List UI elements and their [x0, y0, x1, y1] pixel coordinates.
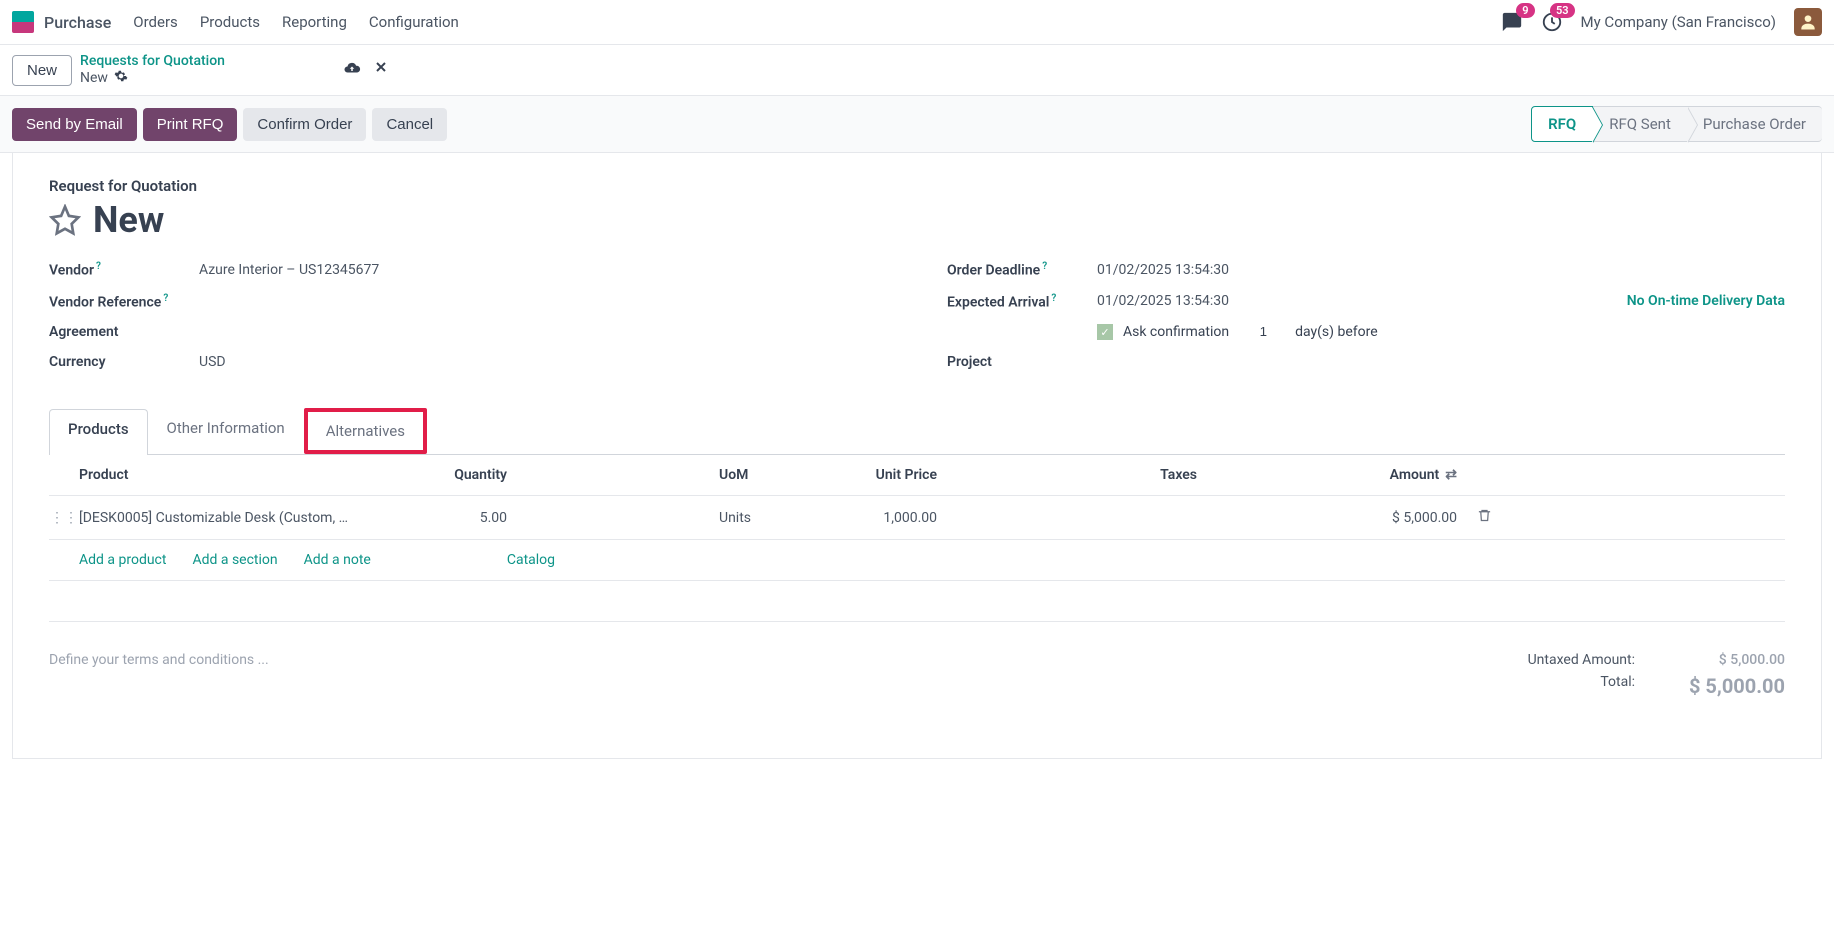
expand-icon[interactable]: ⇄ — [1445, 467, 1457, 483]
menu-reporting[interactable]: Reporting — [282, 13, 347, 31]
breadcrumb-current-text: New — [80, 70, 108, 86]
breadcrumb-bar: New Requests for Quotation New — [0, 45, 1834, 95]
add-row: Add a product Add a section Add a note C… — [49, 540, 1785, 581]
action-bar: Send by Email Print RFQ Confirm Order Ca… — [0, 95, 1834, 153]
add-product-link[interactable]: Add a product — [79, 552, 166, 568]
col-quantity: Quantity — [399, 467, 519, 483]
activities-badge: 53 — [1550, 3, 1575, 18]
cancel-button[interactable]: Cancel — [372, 108, 447, 141]
ask-confirmation-label: Ask confirmation — [1123, 324, 1229, 340]
vendor-ref-label: Vendor Reference? — [49, 293, 199, 311]
lines-header: Product Quantity UoM Unit Price Taxes Am… — [49, 455, 1785, 496]
col-taxes: Taxes — [949, 467, 1209, 483]
terms-row: Define your terms and conditions ... Unt… — [49, 621, 1785, 734]
star-icon[interactable] — [49, 204, 81, 236]
confirm-order-button[interactable]: Confirm Order — [243, 108, 366, 141]
days-after-label: day(s) before — [1295, 324, 1378, 340]
form-type-label: Request for Quotation — [49, 177, 1785, 195]
no-ontime-link[interactable]: No On-time Delivery Data — [1627, 293, 1785, 309]
menu-configuration[interactable]: Configuration — [369, 13, 459, 31]
status-bar: RFQ RFQ Sent Purchase Order — [1531, 106, 1822, 142]
col-amount: Amount⇄ — [1209, 467, 1469, 483]
line-product[interactable]: [DESK0005] Customizable Desk (Custom, … — [79, 510, 399, 526]
ask-confirmation-checkbox[interactable]: ✓ — [1097, 324, 1113, 340]
menu-orders[interactable]: Orders — [133, 13, 178, 31]
agreement-label: Agreement — [49, 324, 199, 340]
currency-field[interactable]: USD — [199, 354, 226, 370]
deadline-field[interactable]: 01/02/2025 13:54:30 — [1097, 262, 1229, 278]
messages-icon[interactable]: 9 — [1501, 11, 1523, 33]
breadcrumb-parent[interactable]: Requests for Quotation — [80, 53, 225, 69]
catalog-link[interactable]: Catalog — [507, 552, 555, 568]
add-note-link[interactable]: Add a note — [304, 552, 371, 568]
untaxed-label: Untaxed Amount: — [1528, 652, 1635, 668]
status-purchase-order[interactable]: Purchase Order — [1687, 106, 1822, 142]
tabs: Products Other Information Alternatives — [49, 408, 1785, 455]
project-label: Project — [947, 354, 1097, 370]
trash-icon[interactable] — [1469, 508, 1499, 527]
menu-products[interactable]: Products — [200, 13, 260, 31]
untaxed-value: $ 5,000.00 — [1675, 652, 1785, 668]
total-label: Total: — [1600, 674, 1635, 698]
line-amount: $ 5,000.00 — [1209, 510, 1469, 526]
line-unit-price[interactable]: 1,000.00 — [719, 510, 949, 526]
form-content: Request for Quotation New Vendor? Azure … — [12, 153, 1822, 759]
arrival-label: Expected Arrival? — [947, 293, 1097, 311]
topbar: Purchase Orders Products Reporting Confi… — [0, 0, 1834, 45]
app-title[interactable]: Purchase — [44, 13, 111, 32]
drag-handle-icon[interactable]: ⋮⋮ — [49, 510, 79, 526]
days-input[interactable] — [1237, 324, 1267, 340]
add-section-link[interactable]: Add a section — [192, 552, 277, 568]
company-selector[interactable]: My Company (San Francisco) — [1581, 13, 1776, 31]
new-button[interactable]: New — [12, 55, 72, 86]
line-qty[interactable]: 5.00 — [399, 510, 519, 526]
tab-products[interactable]: Products — [49, 409, 148, 455]
vendor-label: Vendor? — [49, 261, 199, 279]
col-product: Product — [79, 467, 399, 483]
cloud-upload-icon[interactable] — [343, 59, 361, 81]
col-uom: UoM — [519, 467, 719, 483]
col-unit-price: Unit Price — [719, 467, 949, 483]
line-uom[interactable]: Units — [519, 510, 719, 526]
gear-icon[interactable] — [114, 69, 128, 87]
terms-field[interactable]: Define your terms and conditions ... — [49, 652, 269, 704]
close-icon[interactable] — [373, 59, 389, 81]
breadcrumb-current: New — [80, 69, 225, 87]
activities-icon[interactable]: 53 — [1541, 11, 1563, 33]
total-value: $ 5,000.00 — [1675, 674, 1785, 698]
send-email-button[interactable]: Send by Email — [12, 108, 137, 141]
status-rfq[interactable]: RFQ — [1531, 106, 1593, 142]
avatar[interactable] — [1794, 8, 1822, 36]
deadline-label: Order Deadline? — [947, 261, 1097, 279]
status-rfq-sent[interactable]: RFQ Sent — [1593, 106, 1687, 142]
app-logo[interactable] — [12, 11, 34, 33]
totals: Untaxed Amount: $ 5,000.00 Total: $ 5,00… — [1528, 652, 1785, 704]
vendor-field[interactable]: Azure Interior – US12345677 — [199, 262, 379, 278]
currency-label: Currency — [49, 354, 199, 370]
print-rfq-button[interactable]: Print RFQ — [143, 108, 238, 141]
tab-alternatives[interactable]: Alternatives — [304, 408, 427, 454]
line-row[interactable]: ⋮⋮ [DESK0005] Customizable Desk (Custom,… — [49, 496, 1785, 540]
tab-other-info[interactable]: Other Information — [148, 408, 304, 454]
messages-badge: 9 — [1516, 3, 1534, 18]
arrival-field[interactable]: 01/02/2025 13:54:30 — [1097, 293, 1229, 309]
document-name: New — [93, 199, 164, 241]
